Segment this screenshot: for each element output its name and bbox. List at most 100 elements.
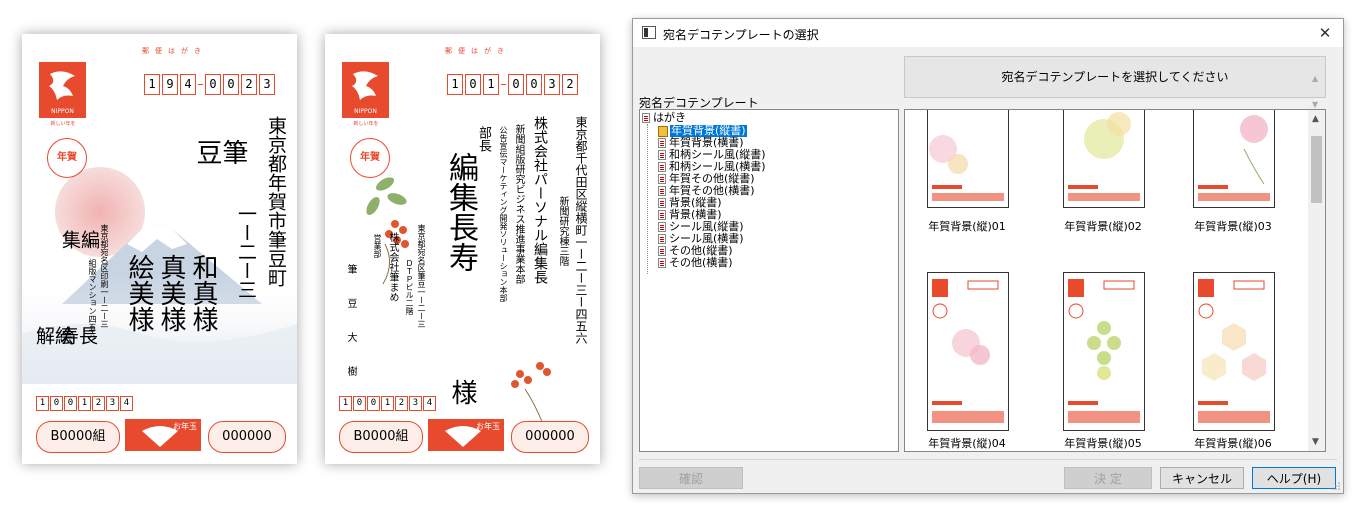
cancel-button[interactable]: キャンセル — [1160, 467, 1244, 489]
zip-digit: 4 — [120, 396, 133, 411]
zip-digit: 3 — [544, 74, 560, 95]
postage-stamp: NIPPON — [342, 62, 389, 118]
lottery-group: B0000組 — [339, 421, 423, 453]
sender-name: 筆豆大樹 — [345, 264, 356, 400]
zip-digit: 2 — [395, 396, 408, 411]
zip-digit: 1 — [339, 396, 352, 411]
lottery-number: 000000 — [208, 421, 286, 453]
stamp-brand: NIPPON — [354, 108, 377, 115]
recipient-name: 編集長寿 — [443, 152, 478, 272]
recipient-address: 東京都年賀市筆豆町 — [265, 116, 287, 287]
stamp-caption: 新しい年を — [353, 121, 379, 127]
sender-zip: 1 0 0 1 2 3 4 — [339, 396, 437, 411]
zip-digit: 3 — [106, 396, 119, 411]
recipient-address: 東京都千代田区縦横町一ー二ー三ー四五六 — [574, 116, 588, 344]
close-button[interactable]: ✕ — [1313, 22, 1337, 44]
tree-item-11[interactable]: その他(横書) — [658, 257, 733, 269]
window-icon — [642, 26, 656, 39]
zip-digit: 3 — [259, 74, 275, 95]
crane-icon — [352, 71, 378, 100]
recipient-dept-2: 公告宣伝マーケティング開発ソリューション本部 — [499, 126, 508, 302]
sender-dept: 営業部 — [373, 234, 382, 258]
template-thumbnail[interactable] — [927, 110, 1009, 208]
postcard-preview-1: NIPPON 新しい年を 郵便はがき 1 9 4 0 0 2 3 年賀 東京都年… — [22, 34, 297, 464]
otoshidama-mark: お年玉 — [428, 419, 504, 451]
zip-digit: 2 — [92, 396, 105, 411]
lottery-group: B0000組 — [36, 421, 120, 453]
zip-dash — [501, 84, 506, 85]
thumbnail-label: 年賀背景(縦)03 — [1194, 220, 1272, 233]
resize-grip-icon[interactable] — [1331, 481, 1341, 491]
scrollbar-thumb[interactable] — [1311, 136, 1322, 203]
template-thumbnail[interactable] — [1063, 110, 1145, 208]
template-select-dialog: 宛名デコテンプレートの選択 ✕ 宛名デコテンプレートを選択してください ▲ ▼ … — [632, 18, 1344, 494]
zip-digit: 4 — [423, 396, 436, 411]
document-icon — [658, 246, 666, 256]
recipient-dept: 新聞組版研究ビジネス推進事業本部 — [513, 124, 524, 284]
zip-digit: 2 — [562, 74, 578, 95]
document-icon — [642, 113, 650, 123]
recipient-zip: 1 0 1 0 0 3 2 — [447, 74, 580, 95]
recipient-title: 部長 — [476, 126, 491, 152]
recipient-honorific: 様 — [447, 379, 477, 405]
stamp-brand: NIPPON — [51, 108, 74, 115]
ok-button[interactable]: 決 定 — [1064, 467, 1152, 489]
lottery-number: 000000 — [511, 421, 589, 453]
tree-root[interactable]: はがき — [642, 112, 686, 124]
document-icon — [658, 138, 666, 148]
otoshidama-mark: お年玉 — [125, 419, 201, 451]
confirm-button[interactable]: 確認 — [639, 467, 743, 489]
gallery-scrollbar[interactable]: ▲ ▼ — [1308, 110, 1325, 451]
stamp-caption: 新しい年を — [50, 121, 76, 127]
recipient-zip: 1 9 4 0 0 2 3 — [144, 74, 277, 95]
template-gallery[interactable]: 年賀背景(縦)01 年賀背景(縦)02 年賀背景(縦)03 年賀背景(縦)04 … — [904, 109, 1326, 452]
zip-digit: 0 — [223, 74, 239, 95]
template-thumbnail[interactable] — [927, 272, 1009, 431]
postal-label: 郵便はがき — [445, 47, 510, 55]
zip-digit: 1 — [483, 74, 499, 95]
document-icon — [658, 162, 666, 172]
help-button[interactable]: ヘルプ(H) — [1252, 467, 1336, 489]
recipient-address-2: 一ー二ー三 — [235, 204, 257, 299]
recipient-name-2: 真美様 — [156, 254, 186, 332]
recipient-name-1: 和真様 — [188, 254, 218, 332]
thumbnail-art — [1198, 279, 1270, 423]
template-thumbnail[interactable] — [1193, 110, 1275, 208]
sender-company: 株式会社筆まめ — [387, 232, 398, 302]
document-icon — [658, 198, 666, 208]
scroll-down-icon[interactable]: ▼ — [1312, 437, 1319, 447]
zip-digit: 0 — [205, 74, 221, 95]
instruction-scrollbar[interactable]: ▲ ▼ — [1308, 57, 1325, 109]
recipient-name-3: 絵美様 — [124, 254, 154, 332]
zip-digit: 0 — [64, 396, 77, 411]
thumbnail-art — [1068, 279, 1140, 423]
zip-digit: 2 — [241, 74, 257, 95]
scroll-up-icon[interactable]: ▲ — [1312, 114, 1319, 124]
template-thumbnail[interactable] — [1193, 272, 1275, 431]
zip-digit: 9 — [162, 74, 178, 95]
zip-digit: 0 — [526, 74, 542, 95]
document-icon — [658, 222, 666, 232]
zip-digit: 0 — [367, 396, 380, 411]
template-thumbnail[interactable] — [1063, 272, 1145, 431]
dialog-title: 宛名デコテンプレートの選択 — [663, 28, 819, 42]
postcard-preview-2: NIPPON 新しい年を 郵便はがき 1 0 1 0 0 3 2 年賀 東京都千… — [325, 34, 600, 464]
document-icon — [658, 150, 666, 160]
zip-digit: 1 — [447, 74, 463, 95]
crane-icon — [49, 71, 75, 100]
thumbnail-label: 年賀背景(縦)06 — [1194, 437, 1272, 450]
recipient-company: 株式会社パーソナル編集長 — [532, 116, 548, 284]
otoshidama-label: お年玉 — [476, 422, 500, 431]
recipient-family-name: 筆豆 — [192, 139, 248, 165]
postage-stamp: NIPPON — [39, 62, 86, 118]
thumbnail-art — [1068, 112, 1140, 201]
title-bar[interactable]: 宛名デコテンプレートの選択 ✕ — [633, 19, 1343, 47]
folder-open-icon — [658, 125, 668, 137]
document-icon — [658, 234, 666, 244]
nenga-mark: 年賀 — [350, 138, 390, 178]
sender-zip: 1 0 0 1 2 3 4 — [36, 396, 134, 411]
zip-digit: 3 — [409, 396, 422, 411]
template-tree[interactable]: はがき 年賀背景(縦書) 年賀背景(横書) 和柄シール風(縦書) 和柄シール風(… — [639, 109, 899, 452]
document-icon — [658, 186, 666, 196]
sender-address: 東京都宛名区印刷一ー二ー三 — [100, 224, 109, 328]
